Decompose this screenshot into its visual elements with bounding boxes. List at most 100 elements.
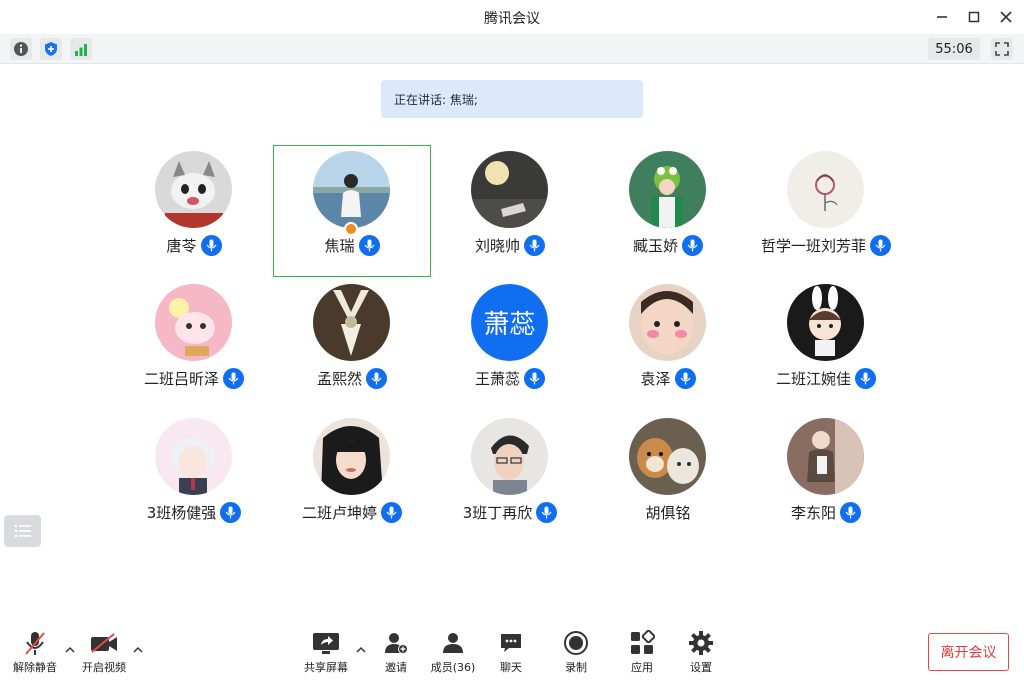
avatar [629,284,706,361]
participant-name: 哲学一班刘芳菲 [760,237,866,255]
minimize-button[interactable] [930,5,954,29]
participant-tile[interactable]: 二班江婉佳 [747,278,905,410]
mic-icon [200,235,222,256]
avatar [629,418,706,495]
share-screen-icon [313,633,339,654]
apps-label: 应用 [631,661,653,674]
participant-tile[interactable]: 萧蕊 王萧蕊 [431,278,589,410]
info-icon [14,42,28,56]
apps-button[interactable]: 应用 [612,630,672,675]
network-signal-button[interactable] [70,38,92,60]
participant-name: 孟熙然 [316,370,362,388]
participant-name: 唐苓 [166,237,197,255]
mic-icon [223,368,244,389]
members-button[interactable]: 成员(36) [423,630,483,675]
speaking-indicator: 正在讲话: 焦瑞; [381,80,643,118]
avatar [787,151,864,228]
mic-icon [674,368,696,389]
maximize-icon [968,11,980,23]
participant-name: 3班杨健强 [146,504,217,522]
close-icon [1000,11,1012,23]
participant-tile[interactable]: 3班杨健强 [115,412,273,544]
camera-off-icon [91,633,117,653]
unmute-label: 解除静音 [13,661,57,674]
participant-name: 二班卢坤婷 [301,504,377,522]
participant-name: 臧玉娇 [632,237,678,255]
mic-icon [524,368,545,389]
share-screen-button[interactable]: 共享屏幕 [296,630,356,675]
participant-name: 二班吕昕泽 [143,370,219,388]
participant-tile[interactable]: 唐苓 [115,145,273,277]
settings-label: 设置 [690,661,712,674]
avatar [471,418,548,495]
participant-tile[interactable]: 刘晓帅 [431,145,589,277]
participant-tile[interactable]: 袁泽 [589,278,747,410]
meeting-timer: 55:06 [928,38,980,60]
participant-name: 二班江婉佳 [775,370,851,388]
apps-icon [631,630,655,654]
record-label: 录制 [565,661,587,674]
avatar: 萧蕊 [471,284,548,361]
participant-name: 胡俱铭 [645,504,691,522]
participant-name: 焦瑞 [324,237,355,255]
mic-icon [366,368,387,389]
video-options-chevron-icon[interactable] [132,644,144,656]
participant-tile[interactable]: 二班吕昕泽 [115,278,273,410]
participant-tile[interactable]: 3班丁再欣 [431,412,589,544]
security-button[interactable] [40,38,62,60]
avatar [313,418,390,495]
avatar [629,151,706,228]
close-button[interactable] [994,5,1018,29]
mic-icon [358,235,380,256]
record-button[interactable]: 录制 [546,630,606,675]
chat-label: 聊天 [500,661,522,674]
unmute-button[interactable]: 解除静音 [5,630,65,675]
settings-button[interactable]: 设置 [671,630,731,675]
participant-tile[interactable]: 李东阳 [747,412,905,544]
minimize-icon [937,16,947,18]
gear-icon [689,631,713,655]
participant-name: 袁泽 [640,370,671,388]
participant-tile[interactable]: 二班卢坤婷 [273,412,431,544]
avatar [787,284,864,361]
avatar [313,151,390,228]
fullscreen-button[interactable] [991,38,1013,60]
maximize-button[interactable] [962,5,986,29]
list-icon [14,524,31,538]
participant-name: 3班丁再欣 [462,504,533,522]
mic-icon [840,502,861,523]
chat-icon [501,634,521,652]
mic-icon [870,235,891,256]
title-bar: 腾讯会议 [0,0,1024,34]
start-video-label: 开启视频 [82,661,126,674]
meeting-toolbar: 55:06 [0,34,1024,64]
participant-tile[interactable]: 哲学一班刘芳菲 [747,145,905,277]
participant-tile[interactable]: 臧玉娇 [589,145,747,277]
shield-icon [45,42,57,56]
chat-button[interactable]: 聊天 [481,630,541,675]
mic-icon [855,368,876,389]
mic-icon [381,502,402,523]
list-view-button[interactable] [4,515,41,547]
avatar-initials: 萧蕊 [471,284,548,361]
leave-meeting-button[interactable]: 离开会议 [928,633,1009,671]
avatar [155,151,232,228]
participant-tile[interactable]: 胡俱铭 [589,412,747,544]
speaking-text: 正在讲话: 焦瑞; [394,92,478,107]
participant-name: 李东阳 [790,504,836,522]
signal-icon [75,44,87,56]
participant-tile[interactable]: 孟熙然 [273,278,431,410]
start-video-button[interactable]: 开启视频 [74,630,134,675]
record-icon [564,631,588,655]
avatar [155,418,232,495]
mic-icon [536,502,558,523]
participant-name: 王萧蕊 [474,370,520,388]
fullscreen-icon [995,42,1009,56]
participant-tile-active[interactable]: 焦瑞 [273,145,431,277]
info-button[interactable] [10,38,32,60]
invite-button[interactable]: 邀请 [366,630,426,675]
mic-icon [524,235,545,256]
participant-name: 刘晓帅 [474,237,520,255]
invite-user-icon [385,633,408,654]
avatar [313,284,390,361]
